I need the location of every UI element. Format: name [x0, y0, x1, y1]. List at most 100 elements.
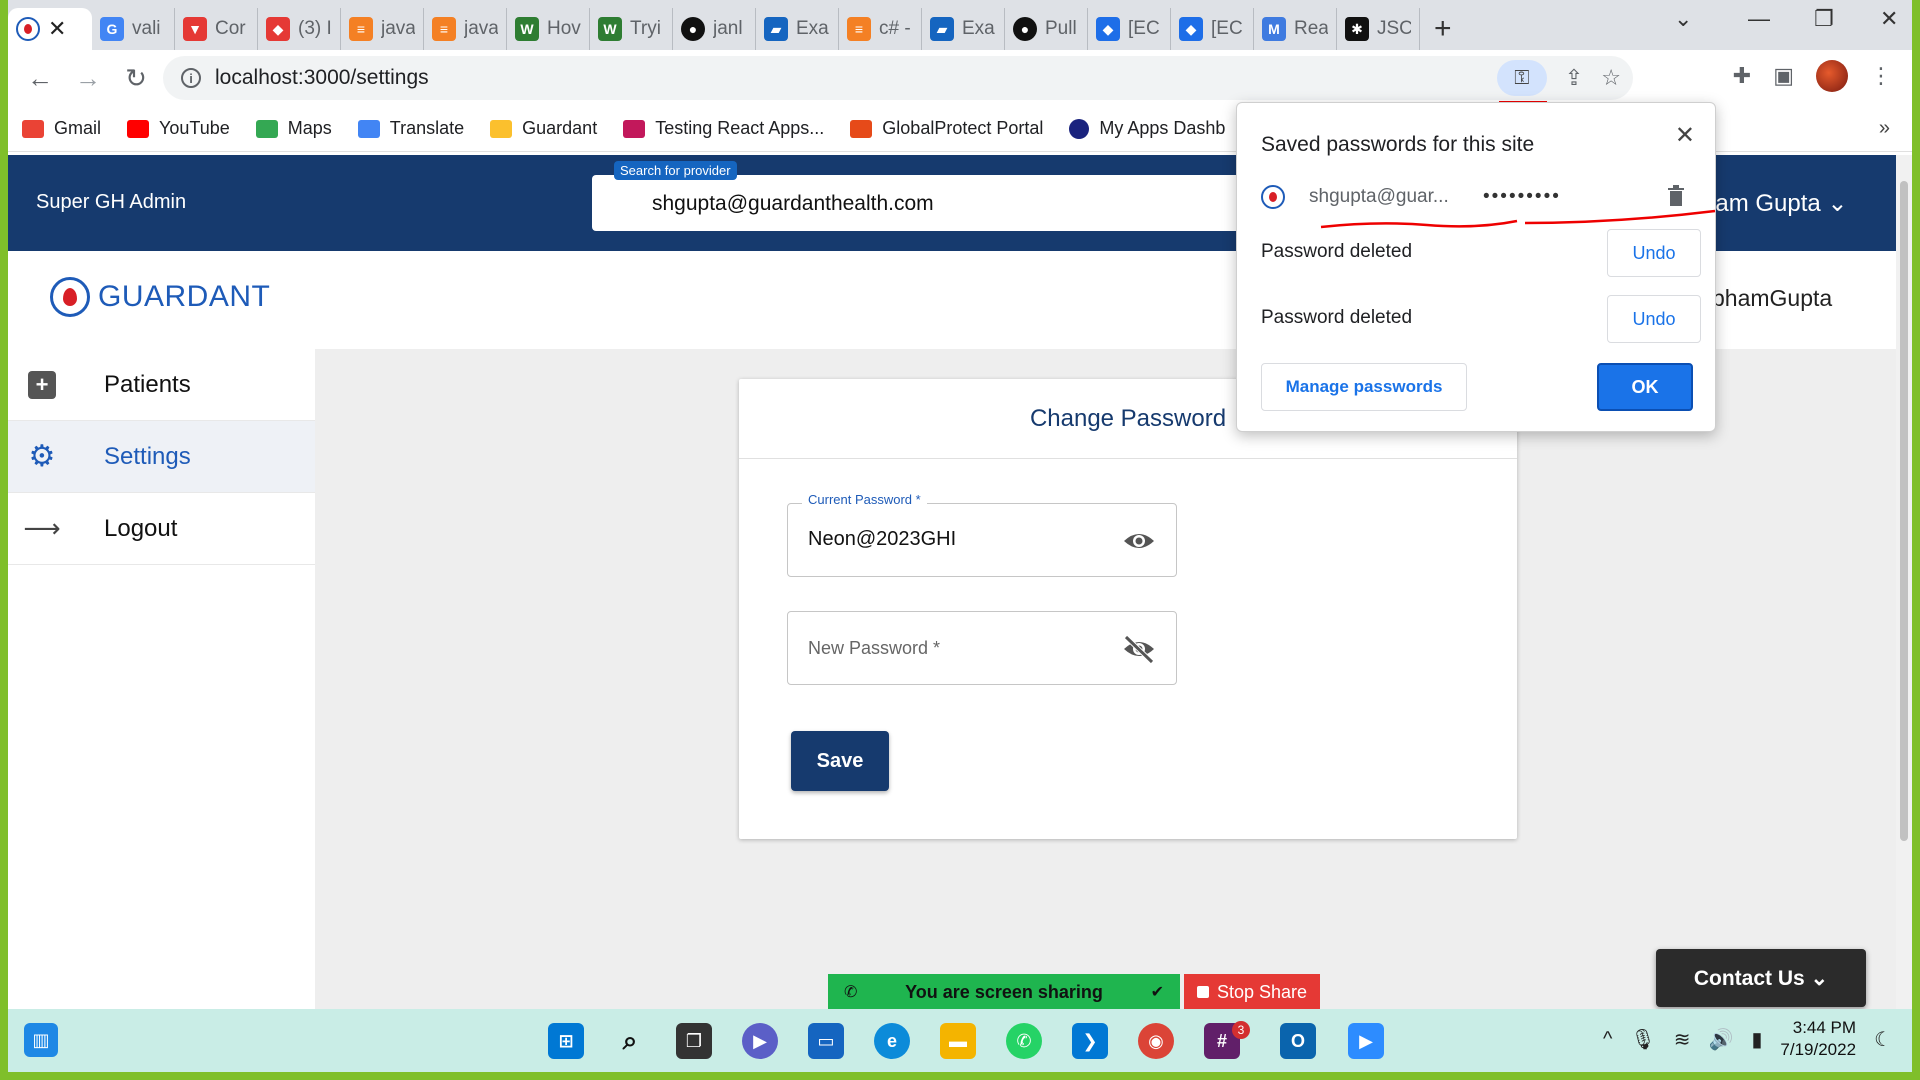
bookmarks-overflow-icon[interactable]: » [1879, 117, 1890, 140]
zoom-icon[interactable]: ▶ [1348, 1023, 1384, 1059]
tab[interactable]: Gvali [92, 8, 175, 50]
tab[interactable]: ◆ [EC [1171, 8, 1254, 50]
close-window-icon[interactable]: ✕ [1880, 6, 1898, 32]
ok-button[interactable]: OK [1597, 363, 1693, 411]
battery-icon[interactable]: ▮ [1751, 1027, 1762, 1052]
new-password-field[interactable]: New Password * [787, 611, 1177, 685]
bookmark-testing-react[interactable]: Testing React Apps... [623, 118, 824, 139]
bookmark-label: GlobalProtect Portal [882, 118, 1044, 138]
tab[interactable]: ◆ (3) I [258, 8, 341, 50]
clock[interactable]: 3:44 PM 7/19/2022 [1780, 1017, 1856, 1061]
widgets-icon[interactable]: ▥ [24, 1023, 58, 1057]
tab[interactable]: W Hov [507, 8, 590, 50]
start-icon[interactable]: ⊞ [548, 1023, 584, 1059]
sidebar-item-label: Settings [104, 442, 191, 470]
chevron-up-icon[interactable]: ^ [1603, 1028, 1612, 1051]
bookmark-gmail[interactable]: Gmail [22, 118, 101, 139]
stop-share-button[interactable]: Stop Share [1184, 974, 1320, 1010]
user-menu[interactable]: ham Gupta ⌄ [1702, 189, 1848, 218]
bookmark-maps[interactable]: Maps [255, 118, 332, 139]
moon-icon[interactable]: ☾ [1874, 1027, 1892, 1052]
outlook-icon[interactable]: O [1280, 1023, 1316, 1059]
scrollbar[interactable] [1896, 155, 1912, 1009]
eye-off-icon[interactable] [1122, 634, 1156, 664]
sidebar-item-patients[interactable]: + Patients [8, 349, 315, 421]
task-view-icon[interactable]: ❐ [676, 1023, 712, 1059]
scroll-thumb[interactable] [1900, 181, 1908, 841]
undo-button[interactable]: Undo [1607, 229, 1701, 277]
reload-icon[interactable]: ↻ [112, 63, 160, 94]
tab[interactable]: ▰ Exa [756, 8, 839, 50]
tab[interactable]: ≡ c# - [839, 8, 922, 50]
microphone-icon[interactable]: 🎙 [1630, 1027, 1655, 1052]
bookmark-guardant[interactable]: Guardant [490, 118, 597, 139]
tab-title: janl [713, 18, 743, 39]
star-icon[interactable]: ☆ [1601, 65, 1621, 91]
manage-passwords-button[interactable]: Manage passwords [1261, 363, 1467, 411]
address-bar[interactable]: i localhost:3000/settings ⚿ ⇪ ☆ [163, 56, 1633, 103]
tab[interactable]: ◆ [EC [1088, 8, 1171, 50]
file-explorer-icon[interactable]: ▬ [940, 1023, 976, 1059]
save-button[interactable]: Save [791, 731, 889, 791]
teams-chat-icon[interactable]: ▶ [742, 1023, 778, 1059]
change-password-card: Change Password Current Password * Neon@… [739, 379, 1517, 839]
sidebar-item-label: Patients [104, 370, 191, 398]
sidebar: + Patients ⚙ Settings ⟶ Logout [8, 349, 315, 1009]
contact-us-button[interactable]: Contact Us ⌄ [1656, 949, 1866, 1007]
tab[interactable]: ≡ java [424, 8, 507, 50]
search-icon[interactable]: ⌕ [612, 1023, 648, 1059]
vscode-icon[interactable]: ❯ [1072, 1023, 1108, 1059]
screen-share-status[interactable]: ✆ You are screen sharing ✔ [828, 974, 1180, 1010]
tab-title: vali [132, 18, 161, 39]
chrome-icon[interactable]: ◉ [1138, 1023, 1174, 1059]
saved-password-mask: ••••••••• [1483, 186, 1561, 207]
undo-button[interactable]: Undo [1607, 295, 1701, 343]
key-icon[interactable]: ⚿ [1496, 60, 1547, 103]
wifi-icon[interactable]: ≋ [1674, 1027, 1691, 1052]
tab[interactable]: ▼ Cor [175, 8, 258, 50]
bookmark-my-apps[interactable]: My Apps Dashb [1069, 118, 1225, 139]
deleted-password-row: Password deleted Undo [1261, 229, 1701, 277]
remote-desktop-icon[interactable]: ▭ [808, 1023, 844, 1059]
whatsapp-icon[interactable]: ✆ [1006, 1023, 1042, 1059]
current-password-field[interactable]: Current Password * Neon@2023GHI [787, 492, 1177, 577]
sidebar-item-logout[interactable]: ⟶ Logout [8, 493, 315, 565]
sidebar-item-settings[interactable]: ⚙ Settings [8, 421, 315, 493]
minimize-icon[interactable]: — [1748, 6, 1770, 32]
site-info-icon[interactable]: i [181, 68, 201, 88]
close-tab-icon[interactable]: ✕ [48, 16, 66, 42]
tab[interactable]: ▰ Exa [922, 8, 1005, 50]
eye-icon[interactable] [1122, 526, 1156, 556]
tab[interactable]: ≡ java [341, 8, 424, 50]
profile-avatar[interactable] [1816, 60, 1848, 92]
edge-icon[interactable]: e [874, 1023, 910, 1059]
guardant-logo[interactable]: GUARDANT [50, 277, 270, 317]
back-icon[interactable]: ← [16, 63, 64, 94]
tab[interactable]: ✱ JSC [1337, 8, 1420, 50]
provider-search-input[interactable]: Search for provider shgupta@guardantheal… [592, 161, 1312, 231]
new-tab-button[interactable]: + [1420, 8, 1466, 50]
bookmark-label: Testing React Apps... [655, 118, 825, 138]
contact-us-label: Contact Us [1693, 966, 1805, 990]
restore-icon[interactable]: ❐ [1814, 6, 1834, 32]
extensions-icon[interactable]: ✚ [1733, 63, 1751, 89]
menu-icon[interactable]: ⋮ [1870, 63, 1892, 89]
tab[interactable]: W Tryi [590, 8, 673, 50]
volume-icon[interactable]: 🔊 [1709, 1027, 1734, 1052]
github-icon: ● [1013, 17, 1037, 41]
close-icon[interactable]: ✕ [1675, 121, 1695, 150]
bookmark-globalprotect[interactable]: GlobalProtect Portal [850, 118, 1043, 139]
stackoverflow-icon: ≡ [432, 17, 456, 41]
tab[interactable]: M Rea [1254, 8, 1337, 50]
logo-text: GUARDANT [98, 280, 271, 313]
bookmark-translate[interactable]: Translate [357, 118, 464, 139]
tab[interactable]: ● Pull [1005, 8, 1088, 50]
tab-active[interactable]: ✕ [8, 8, 92, 50]
trash-icon[interactable] [1667, 185, 1685, 207]
share-icon[interactable]: ⇪ [1565, 65, 1583, 91]
side-panel-icon[interactable]: ▣ [1773, 63, 1794, 89]
tab-search-icon[interactable]: ⌄ [1674, 6, 1692, 32]
bookmark-youtube[interactable]: YouTube [127, 118, 230, 139]
forward-icon[interactable]: → [64, 63, 112, 94]
tab[interactable]: ● janl [673, 8, 756, 50]
